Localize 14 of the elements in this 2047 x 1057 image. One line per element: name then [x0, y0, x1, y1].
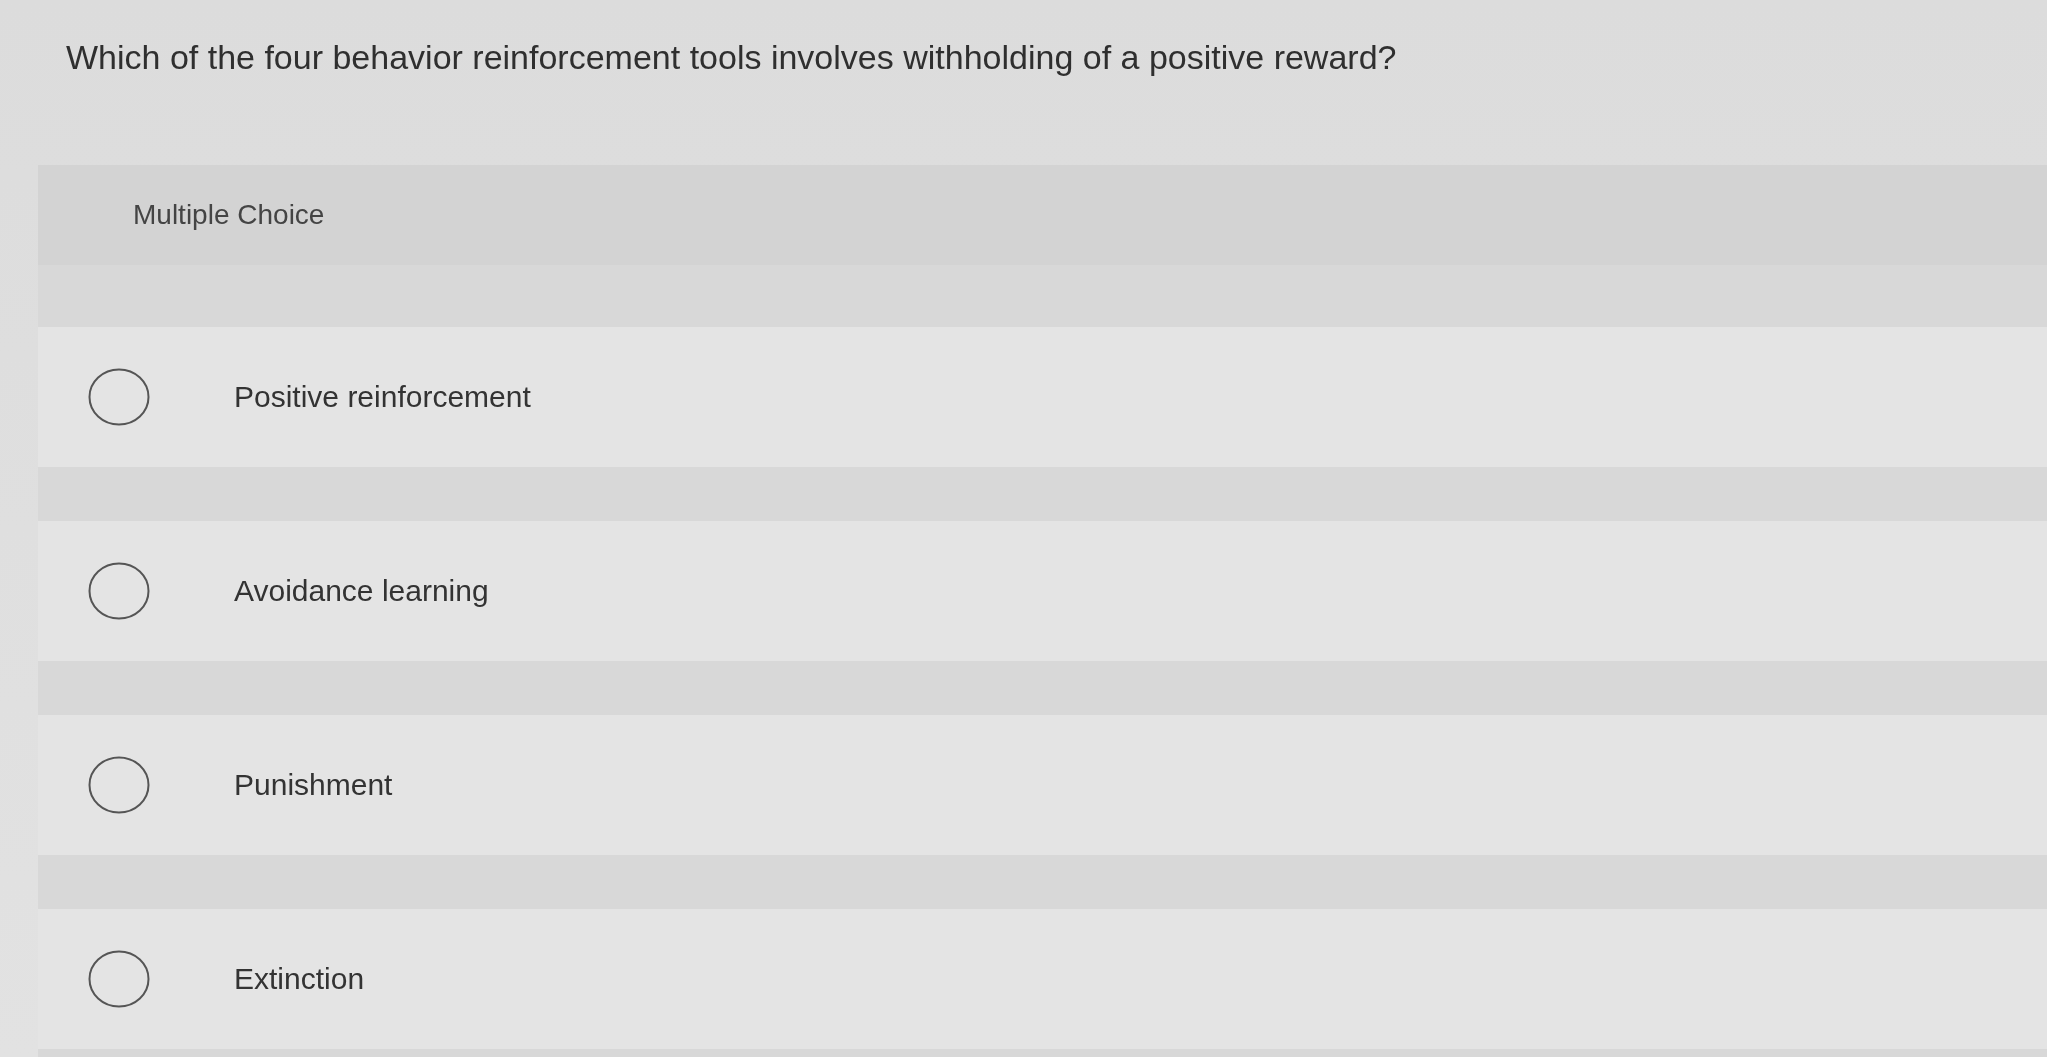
radio-button[interactable] [88, 950, 150, 1008]
option-label: Avoidance learning [234, 574, 489, 608]
answer-option[interactable]: Extinction [38, 909, 2047, 1049]
question-text: Which of the four behavior reinforcement tools involves withholding of a positive reward? [66, 38, 1397, 76]
radio-button[interactable] [88, 756, 150, 814]
answer-option[interactable]: Avoidance learning [38, 521, 2047, 661]
radio-button[interactable] [88, 562, 150, 620]
answer-option[interactable]: Positive reinforcement [38, 327, 2047, 467]
radio-button[interactable] [88, 368, 150, 426]
option-label: Positive reinforcement [234, 380, 531, 414]
question-type-label: Multiple Choice [133, 199, 325, 231]
answer-option[interactable]: Punishment [38, 715, 2047, 855]
option-label: Punishment [234, 768, 393, 802]
option-label: Extinction [234, 962, 365, 996]
